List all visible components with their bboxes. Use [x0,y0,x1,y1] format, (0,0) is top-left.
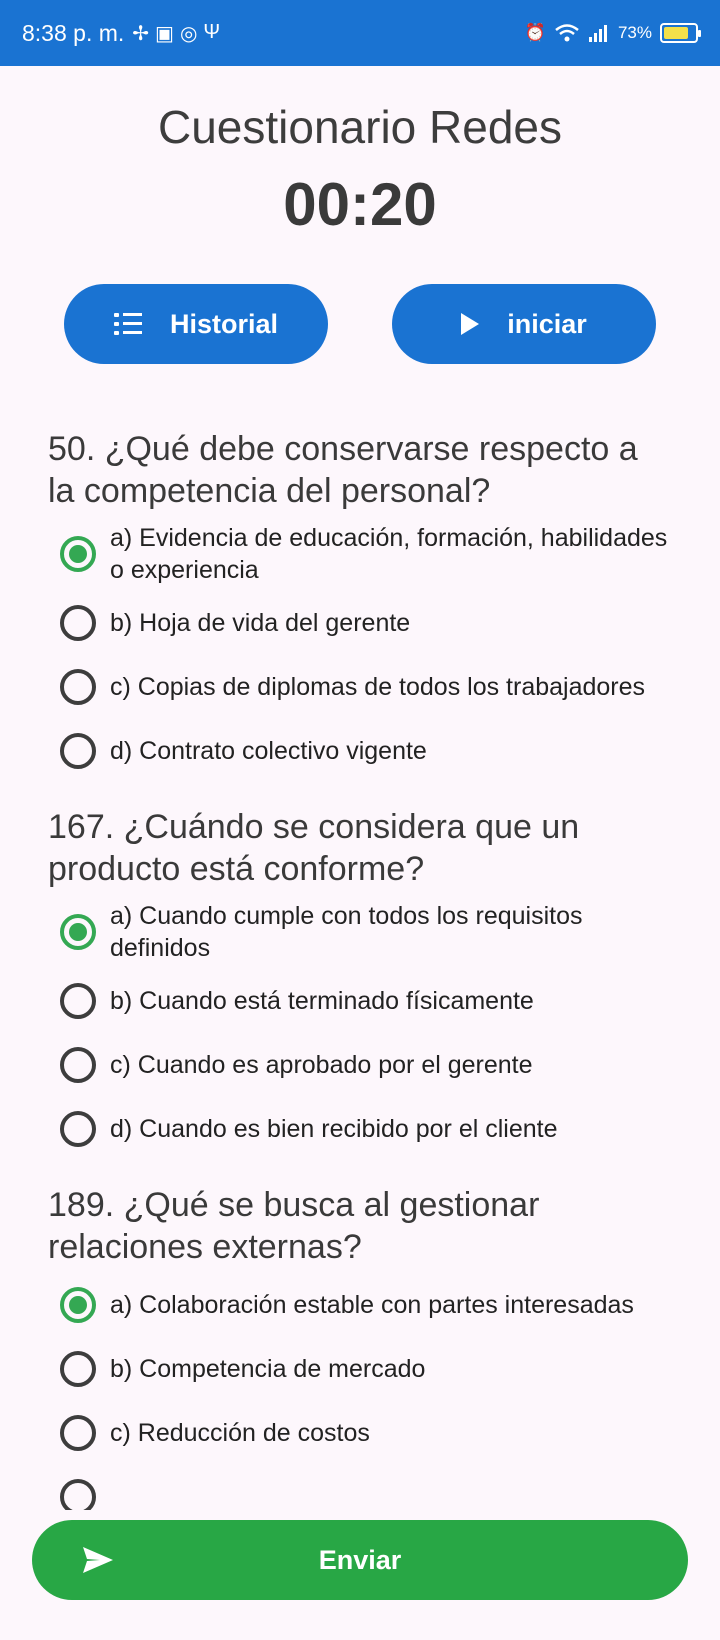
radio-unchecked[interactable] [60,605,96,641]
option-label: c) Copias de diplomas de todos los traba… [110,673,646,701]
option-c[interactable]: c) Cuando es aprobado por el gerente [48,1038,672,1092]
vpn-icon: ◎ [179,22,198,45]
option-label: a) Evidencia de educación, formación, ha… [110,524,668,584]
status-time: 8:38 p. m. [22,19,125,46]
option-label: b) Hoja de vida del gerente [110,609,411,637]
option-a[interactable]: a) Cuando cumple con todos los requisito… [48,900,672,964]
radio-unchecked[interactable] [60,983,96,1019]
alarm-icon: ⏰ [524,23,546,42]
option-label: d) Contrato colectivo vigente [110,737,427,765]
question-card: 167. ¿Cuándo se considera que un product… [0,806,720,1156]
option-label: b) Competencia de mercado [110,1355,426,1383]
enviar-label: Enviar [318,1544,402,1575]
question-text: 167. ¿Cuándo se considera que un product… [48,808,580,888]
option-a[interactable]: a) Evidencia de educación, formación, ha… [48,522,672,586]
iniciar-button[interactable]: iniciar [392,284,656,364]
fan-icon: ✢ [132,22,150,45]
radio-unchecked[interactable] [60,669,96,705]
radio-unchecked[interactable] [60,733,96,769]
option-b[interactable]: b) Hoja de vida del gerente [48,596,672,650]
option-label: a) Colaboración estable con partes inter… [110,1291,634,1319]
historial-label: Historial [169,308,279,339]
timer: 00:20 [283,171,437,238]
radio-checked[interactable] [60,914,96,950]
option-d[interactable]: d) Cuando es bien recibido por el client… [48,1102,672,1156]
page-title: Cuestionario Redes [157,101,562,153]
iniciar-label: iniciar [507,308,587,339]
status-bar: 8:38 p. m. ✢ ▣ ◎ Ψ ⏰ 73% [0,0,720,66]
historial-button[interactable]: Historial [64,284,328,364]
option-c[interactable]: c) Copias de diplomas de todos los traba… [48,660,672,714]
status-bar-left: 8:38 p. m. ✢ ▣ ◎ Ψ [22,20,220,47]
usb-icon: Ψ [203,20,221,43]
option-label: a) Cuando cumple con todos los requisito… [110,902,583,962]
option-label: b) Cuando está terminado físicamente [110,987,534,1015]
battery-charging-icon [660,23,701,43]
status-bar-right: ⏰ 73% [524,23,701,43]
option-b[interactable]: b) Cuando está terminado físicamente [48,974,672,1028]
question-text: 50. ¿Qué debe conservarse respecto a la … [48,430,638,510]
radio-checked[interactable] [60,1287,96,1323]
play-icon [461,313,480,335]
question-text: 189. ¿Qué se busca al gestionar relacion… [48,1186,540,1266]
image-icon: ▣ [155,22,174,45]
option-c[interactable]: c) Reducción de costos [48,1406,672,1460]
radio-unchecked[interactable] [60,1479,96,1510]
list-icon [113,313,142,335]
enviar-button[interactable]: Enviar [32,1520,688,1600]
radio-unchecked[interactable] [60,1047,96,1083]
send-icon [83,1547,113,1573]
signal-icon [588,25,607,42]
radio-checked[interactable] [60,536,96,572]
battery-percent: 73% [617,23,652,42]
questions-list[interactable]: 50. ¿Qué debe conservarse respecto a la … [0,420,720,1510]
option-b[interactable]: b) Competencia de mercado [48,1342,672,1396]
option-d[interactable]: d) Contrato colectivo vigente [48,724,672,778]
option-label: d) Cuando es bien recibido por el client… [110,1115,558,1143]
status-icons-left: ✢ ▣ ◎ Ψ [132,21,220,46]
radio-unchecked[interactable] [60,1111,96,1147]
question-card: 189. ¿Qué se busca al gestionar relacion… [0,1184,720,1510]
option-a[interactable]: a) Colaboración estable con partes inter… [48,1278,672,1332]
option-label: c) Reducción de costos [110,1419,370,1447]
radio-unchecked[interactable] [60,1415,96,1451]
option-label: c) Cuando es aprobado por el gerente [110,1051,533,1079]
radio-unchecked[interactable] [60,1351,96,1387]
wifi-icon [555,24,579,42]
question-card: 50. ¿Qué debe conservarse respecto a la … [0,428,720,778]
option-d-partial[interactable] [48,1470,672,1510]
